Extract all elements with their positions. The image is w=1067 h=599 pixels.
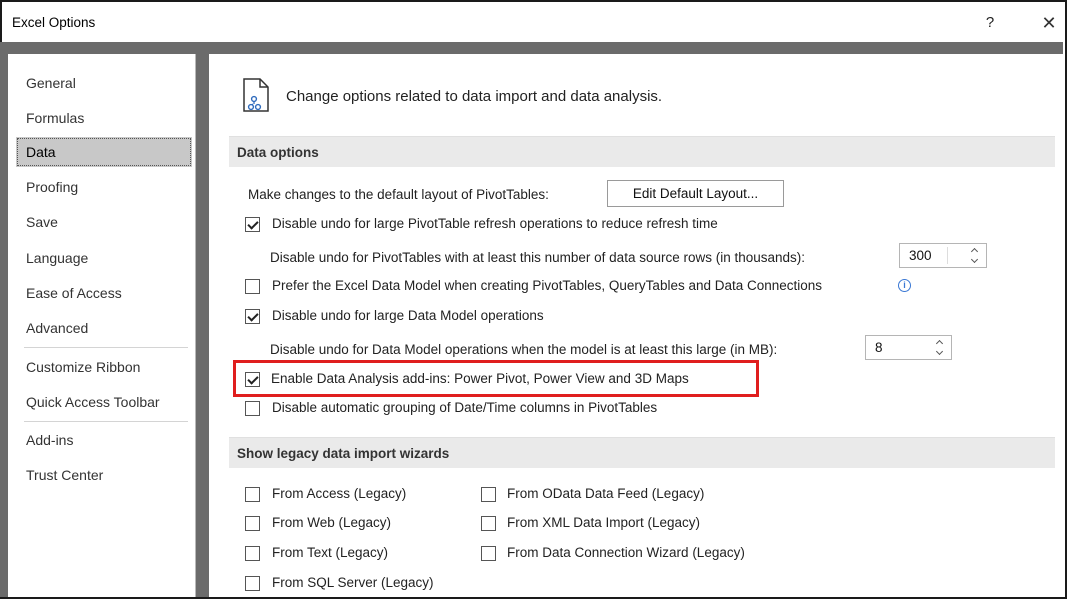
legacy-text-label: From Text (Legacy) — [272, 545, 389, 560]
sidebar-item-customize-ribbon[interactable]: Customize Ribbon — [16, 352, 192, 382]
legacy-text-checkbox[interactable] — [245, 546, 260, 561]
disable-undo-model-label: Disable undo for large Data Model operat… — [272, 308, 544, 323]
pivot-rows-value: 300 — [909, 248, 932, 263]
legacy-sql-checkbox[interactable] — [245, 576, 260, 591]
sidebar-item-data[interactable]: Data — [16, 137, 192, 167]
disable-grouping-label: Disable automatic grouping of Date/Time … — [272, 400, 658, 415]
legacy-access-label: From Access (Legacy) — [272, 486, 407, 501]
sidebar-item-advanced[interactable]: Advanced — [16, 313, 192, 343]
disable-undo-model-checkbox[interactable] — [245, 309, 260, 324]
sidebar-item-ease-of-access[interactable]: Ease of Access — [16, 278, 192, 308]
left-gutter — [0, 54, 8, 597]
frame-band — [0, 42, 1063, 54]
edit-default-layout-button[interactable]: Edit Default Layout... — [607, 180, 784, 207]
title-bar: Excel Options ? ✕ — [2, 2, 1065, 44]
sidebar-separator — [196, 54, 209, 597]
legacy-odata-checkbox[interactable] — [481, 487, 496, 502]
legacy-odata-label: From OData Data Feed (Legacy) — [507, 486, 705, 501]
pivot-layout-label: Make changes to the default layout of Pi… — [248, 187, 549, 202]
pivot-rows-spinner[interactable]: 300 — [899, 243, 987, 268]
model-size-label: Disable undo for Data Model operations w… — [270, 342, 778, 357]
disable-grouping-checkbox[interactable] — [245, 401, 260, 416]
model-size-value: 8 — [875, 340, 883, 355]
red-highlight-box — [233, 360, 759, 397]
legacy-web-checkbox[interactable] — [245, 516, 260, 531]
legacy-access-checkbox[interactable] — [245, 487, 260, 502]
legacy-connection-wizard-checkbox[interactable] — [481, 546, 496, 561]
spinner-arrows-icon[interactable] — [935, 339, 945, 357]
sidebar-item-proofing[interactable]: Proofing — [16, 172, 192, 202]
sidebar-item-trust-center[interactable]: Trust Center — [16, 460, 192, 490]
legacy-xml-checkbox[interactable] — [481, 516, 496, 531]
legacy-connection-wizard-label: From Data Connection Wizard (Legacy) — [507, 545, 745, 560]
sidebar-item-save[interactable]: Save — [16, 207, 192, 237]
disable-undo-pivot-checkbox[interactable] — [245, 217, 260, 232]
sidebar-item-formulas[interactable]: Formulas — [16, 103, 192, 133]
legacy-xml-label: From XML Data Import (Legacy) — [507, 515, 701, 530]
nav-divider — [24, 421, 188, 422]
data-document-icon — [243, 78, 269, 112]
spinner-divider — [947, 247, 948, 264]
sidebar-item-language[interactable]: Language — [16, 243, 192, 273]
spinner-arrows-icon[interactable] — [970, 247, 980, 265]
data-options-header: Data options — [229, 136, 1055, 167]
legacy-wizards-header: Show legacy data import wizards — [229, 437, 1055, 468]
model-size-spinner[interactable]: 8 — [865, 335, 952, 360]
nav-divider — [24, 347, 188, 348]
header-description: Change options related to data import an… — [286, 88, 663, 105]
dialog-title: Excel Options — [12, 15, 96, 30]
pivot-rows-label: Disable undo for PivotTables with at lea… — [270, 250, 806, 265]
sidebar-item-add-ins[interactable]: Add-ins — [16, 425, 192, 455]
help-button[interactable]: ? — [979, 12, 1001, 34]
disable-undo-pivot-label: Disable undo for large PivotTable refres… — [272, 216, 718, 231]
info-icon[interactable]: i — [898, 279, 911, 292]
sidebar-item-quick-access-toolbar[interactable]: Quick Access Toolbar — [16, 387, 192, 417]
close-button[interactable]: ✕ — [1037, 11, 1061, 35]
sidebar-item-general[interactable]: General — [16, 68, 192, 98]
prefer-data-model-label: Prefer the Excel Data Model when creatin… — [272, 278, 823, 293]
prefer-data-model-checkbox[interactable] — [245, 279, 260, 294]
legacy-web-label: From Web (Legacy) — [272, 515, 392, 530]
legacy-sql-label: From SQL Server (Legacy) — [272, 575, 434, 590]
